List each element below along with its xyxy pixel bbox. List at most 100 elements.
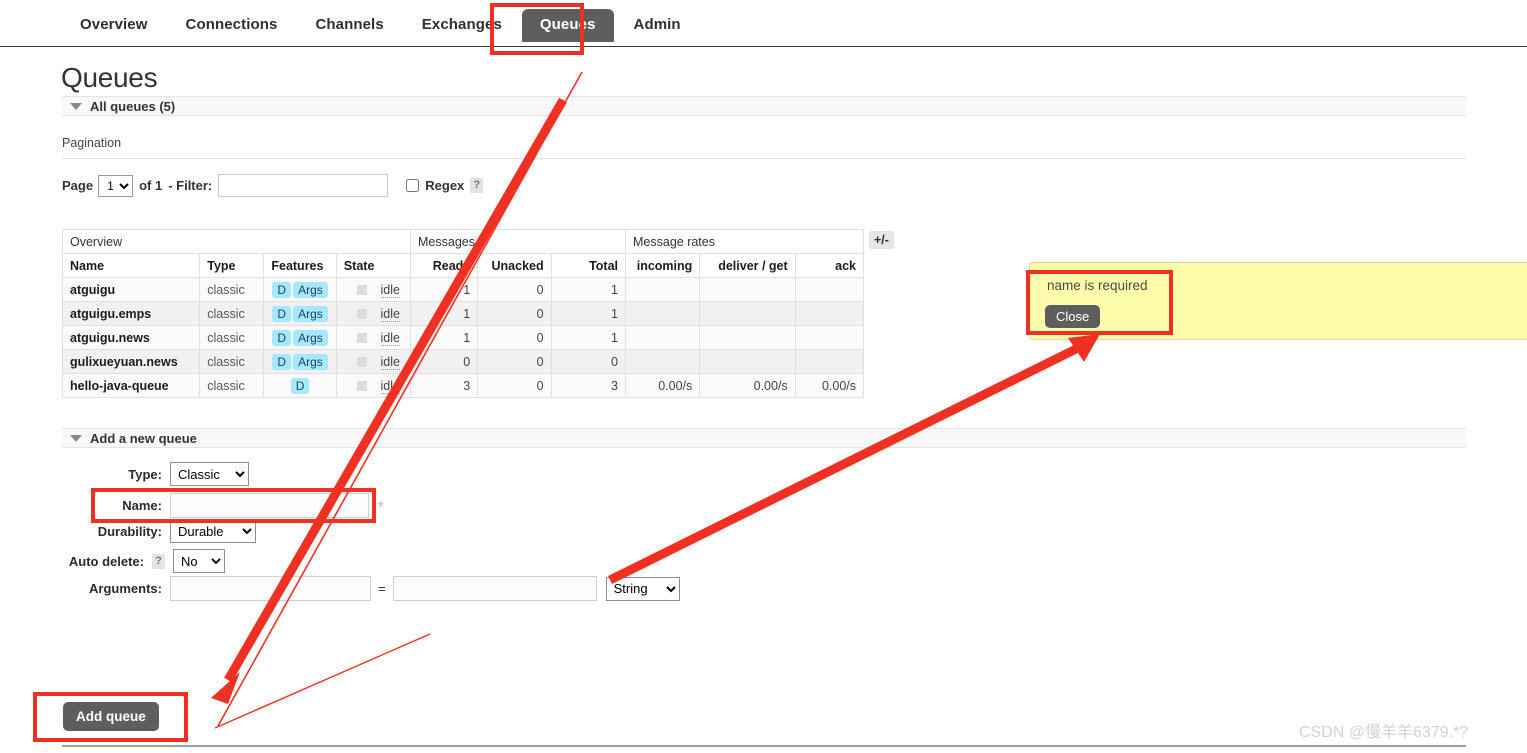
queue-total-cell: 1 (550, 325, 627, 350)
page-label: Page (62, 178, 94, 193)
argument-value-input[interactable] (392, 576, 597, 601)
table-row[interactable]: hello-java-queue classic Didle 3 0 3 0.00/s 0.0… (61, 373, 865, 398)
group-header-overview: Overview (62, 229, 411, 254)
table-column-header-row: Name Type Features State Ready Unacked T… (61, 253, 865, 278)
feature-badge: D (272, 329, 292, 346)
csdn-watermark: CSDN @慢羊羊6379.*? (1299, 724, 1469, 741)
add-queue-button[interactable]: Add queue (63, 702, 159, 731)
annotation-thin-line-queues-to-button (217, 71, 583, 727)
equals-sign: = (378, 581, 386, 596)
queues-table: Overview Messages Message rates Name Typ… (61, 229, 865, 398)
queue-unacked-cell: 0 (477, 325, 552, 350)
column-header-features[interactable]: Features (263, 253, 337, 278)
queue-deliver-get-rate-cell: 0.00/s (699, 373, 796, 398)
queue-name-cell[interactable]: hello-java-queue (61, 373, 201, 398)
regex-help-icon[interactable]: ? (470, 178, 484, 193)
page-title: Queues (61, 62, 158, 93)
collapse-caret-icon-2[interactable] (70, 435, 82, 442)
regex-label: Regex (425, 178, 465, 193)
queue-ack-rate-cell (794, 325, 865, 350)
queue-deliver-get-rate-cell (699, 301, 796, 326)
queue-state-cell: idle (335, 373, 412, 398)
nav-tab-channels[interactable]: Channels (297, 9, 401, 42)
type-select[interactable]: Classic (170, 462, 249, 486)
state-indicator-icon (356, 333, 367, 344)
queue-features-cell: D (263, 373, 337, 398)
nav-tab-connections[interactable]: Connections (168, 9, 296, 42)
queue-incoming-rate-cell (624, 301, 701, 326)
feature-badge: D (272, 353, 292, 370)
column-header-ready[interactable]: Ready (409, 253, 479, 278)
required-marker: * (378, 497, 384, 514)
queue-ready-cell: 1 (409, 325, 479, 350)
queue-deliver-get-rate-cell (699, 325, 796, 350)
queue-name-cell[interactable]: atguigu.news (61, 325, 201, 350)
pagination-divider (62, 158, 1466, 159)
queue-unacked-cell: 0 (477, 277, 552, 302)
auto-delete-select[interactable]: No (173, 549, 225, 573)
feature-badge: Args (293, 281, 328, 298)
nav-tab-admin[interactable]: Admin (616, 9, 699, 42)
queue-deliver-get-rate-cell (699, 277, 796, 302)
nav-tab-overview[interactable]: Overview (62, 9, 166, 42)
argument-key-input[interactable] (170, 576, 371, 601)
queue-name-cell[interactable]: atguigu (61, 277, 201, 302)
pagination-controls: Page 1 of 1 - Filter: Regex ? (62, 174, 484, 197)
nav-tab-exchanges[interactable]: Exchanges (404, 9, 520, 42)
column-header-unacked[interactable]: Unacked (477, 253, 552, 278)
queue-ack-rate-cell: 0.00/s (794, 373, 865, 398)
feature-badge: D (272, 305, 292, 322)
queue-type-cell: classic (199, 373, 265, 398)
nav-tab-queues[interactable]: Queues (521, 9, 614, 42)
queue-name-cell[interactable]: gulixueyuan.news (61, 349, 201, 374)
regex-checkbox[interactable] (406, 179, 420, 192)
nav-tab-overview-link[interactable]: Overview (62, 9, 166, 42)
auto-delete-help-icon[interactable]: ? (152, 553, 165, 569)
nav-tab-exchanges-link[interactable]: Exchanges (404, 9, 520, 42)
table-row[interactable]: atguigu.news classic D Args idle 1 0 1 (61, 325, 865, 350)
queue-ready-cell: 1 (409, 301, 479, 326)
add-queue-label: Add a new queue (90, 431, 197, 446)
collapse-caret-icon[interactable] (70, 103, 82, 110)
column-header-incoming[interactable]: incoming (624, 253, 701, 278)
bottom-divider (62, 745, 1466, 747)
table-row[interactable]: atguigu classic D Args idle 1 0 1 (61, 277, 865, 302)
pagination-label: Pagination (62, 136, 122, 150)
name-label: Name: (122, 498, 162, 513)
column-header-type[interactable]: Type (199, 253, 265, 278)
argument-type-select[interactable]: String (605, 576, 680, 601)
nav-tab-admin-link[interactable]: Admin (616, 9, 699, 42)
queue-features-cell: D Args (263, 301, 337, 326)
type-label: Type: (128, 466, 162, 482)
filter-input[interactable] (218, 174, 389, 197)
durability-select[interactable]: Durable (170, 519, 256, 543)
queue-name-input[interactable] (170, 493, 369, 518)
nav-tab-channels-link[interactable]: Channels (297, 9, 401, 42)
nav-tab-queues-link[interactable]: Queues (521, 9, 614, 42)
column-header-ack[interactable]: ack (794, 253, 865, 278)
filter-label: - Filter: (168, 178, 213, 193)
queue-ack-rate-cell (794, 349, 865, 374)
table-row[interactable]: gulixueyuan.news classic D Args idle 0 0 0 (61, 349, 865, 374)
column-toggle-button[interactable]: +/- (869, 231, 894, 249)
queue-ready-cell: 1 (409, 277, 479, 302)
all-queues-section-header[interactable]: All queues (5) (62, 96, 1466, 116)
queue-total-cell: 1 (550, 301, 627, 326)
queue-name-cell[interactable]: atguigu.emps (61, 301, 201, 326)
column-header-state[interactable]: State (335, 253, 412, 278)
queue-type-cell: classic (199, 301, 265, 326)
queue-type-cell: classic (199, 349, 265, 374)
rabbitmq-management-page: Overview Connections Channels Exchanges … (0, 0, 1527, 753)
table-row[interactable]: atguigu.emps classic D Args idle 1 0 1 (61, 301, 865, 326)
column-header-total[interactable]: Total (550, 253, 627, 278)
column-header-name[interactable]: Name (61, 253, 201, 278)
add-queue-section-header[interactable]: Add a new queue (62, 428, 1466, 448)
form-row-auto-delete: Auto delete: ? No (62, 549, 225, 573)
queue-incoming-rate-cell: 0.00/s (624, 373, 701, 398)
state-text: idle (380, 354, 400, 370)
nav-tab-connections-link[interactable]: Connections (168, 9, 296, 42)
alert-close-button[interactable]: Close (1045, 305, 1101, 328)
column-header-deliver-get[interactable]: deliver / get (699, 253, 796, 278)
feature-badge: Args (293, 305, 328, 322)
page-select[interactable]: 1 (98, 174, 134, 197)
